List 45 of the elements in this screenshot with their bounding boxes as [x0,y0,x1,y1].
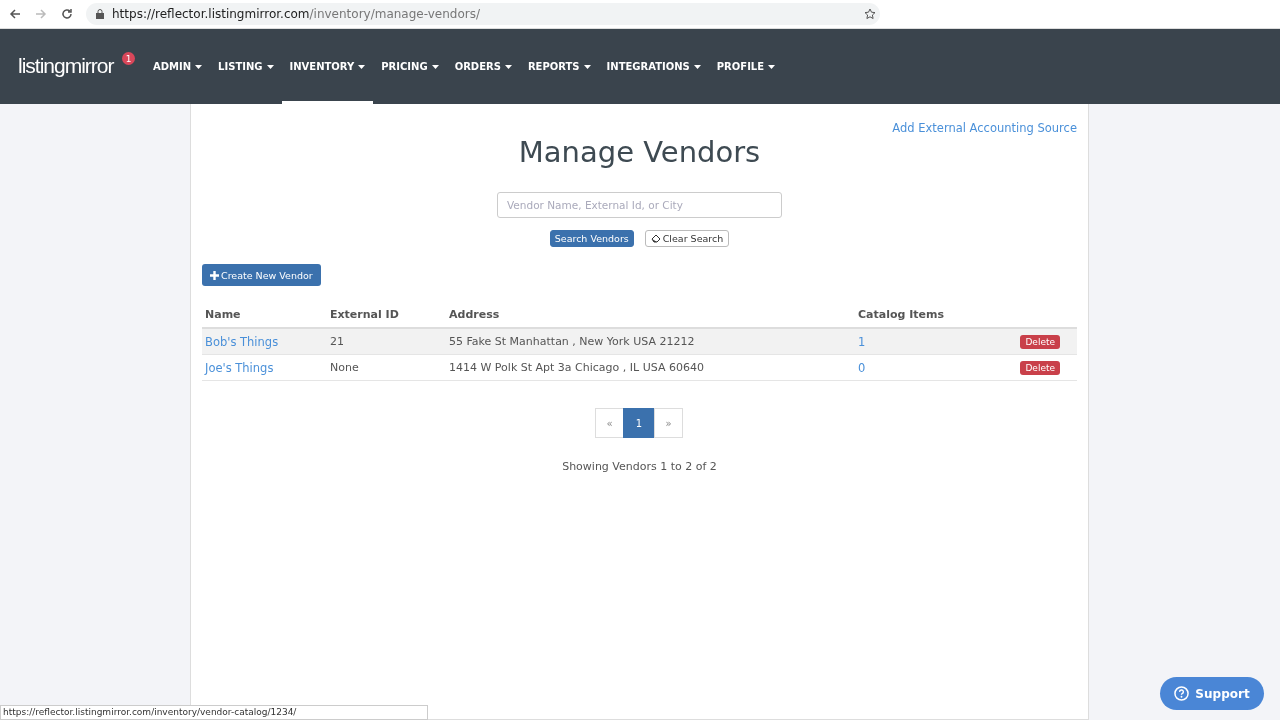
star-icon[interactable] [864,8,876,20]
clear-search-button[interactable]: Clear Search [644,230,730,247]
status-bar-url: https://reflector.listingmirror.com/inventory/vendor-catalog/1234/ [0,705,428,720]
catalog-count-link[interactable]: 0 [858,360,866,375]
search-button[interactable]: Search Vendors [549,230,634,247]
notification-badge: 1 [122,52,135,65]
results-summary: Showing Vendors 1 to 2 of 2 [562,460,717,473]
caret-icon [504,64,512,69]
nav-menu-item[interactable]: PRICING [373,29,447,104]
next-page-button[interactable]: » [654,408,683,438]
nav-menu-item[interactable]: ORDERS [446,29,520,104]
create-vendor-button[interactable]: Create New Vendor [202,264,321,286]
table-cell: 55 Fake St Manhattan , New York USA 21212 [446,328,855,355]
table-cell: 21 [327,328,446,355]
caret-icon [768,64,776,69]
address-bar[interactable]: https://reflector.listingmirror.com/inventory/manage-vendors/ [86,3,880,25]
delete-button[interactable]: Delete [1020,360,1060,375]
table-cell: 1414 W Polk St Apt 3a Chicago , IL USA 60640 [446,354,855,381]
page-title: Manage Vendors [517,134,762,170]
catalog-count-link[interactable]: 1 [858,334,866,349]
eraser-icon [650,234,661,243]
caret-icon [358,64,366,69]
page-button[interactable]: 1 [623,408,655,438]
table-cell: None [327,354,446,381]
caret-icon [431,64,439,69]
caret-icon [266,64,274,69]
nav-menu-item[interactable]: INTEGRATIONS [598,29,709,104]
caret-icon [195,64,203,69]
nav-menu-item[interactable]: ADMIN [145,29,211,104]
support-button[interactable]: Support [1160,677,1264,710]
vendor-name-link[interactable]: Bob's Things [205,334,279,349]
reload-icon[interactable] [61,8,73,20]
plus-icon [210,270,219,280]
back-icon[interactable] [9,8,21,20]
nav-menu-item[interactable]: REPORTS [519,29,599,104]
add-source-link[interactable]: Add External Accounting Source [892,121,1077,135]
help-icon [1174,686,1190,701]
lock-icon [96,9,104,19]
search-field[interactable]: Vendor Name, External Id, or City [497,192,782,218]
caret-icon [693,64,701,69]
nav-menu-item[interactable]: LISTING [210,29,282,104]
caret-icon [583,64,591,69]
delete-button[interactable]: Delete [1020,334,1060,349]
nav-menu-item[interactable]: PROFILE [708,29,784,104]
vendor-name-link[interactable]: Joe's Things [205,360,274,375]
